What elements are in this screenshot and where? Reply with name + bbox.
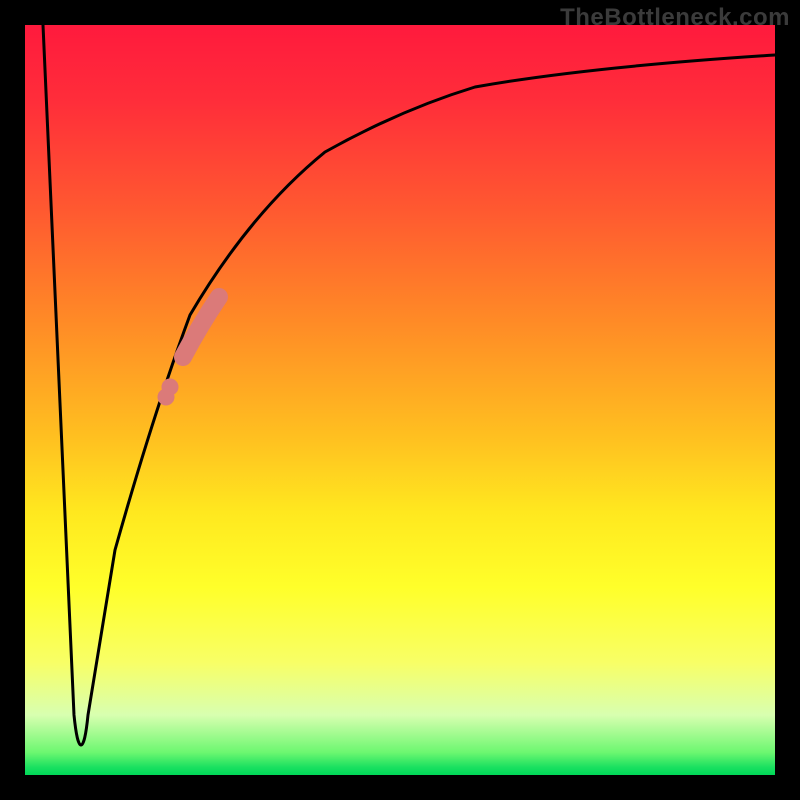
chart-svg [25,25,775,775]
plot-area [25,25,775,775]
watermark-text: TheBottleneck.com [560,4,790,32]
chart-frame: TheBottleneck.com [0,0,800,800]
highlight-segment [158,297,219,405]
bottleneck-curve [43,25,775,745]
